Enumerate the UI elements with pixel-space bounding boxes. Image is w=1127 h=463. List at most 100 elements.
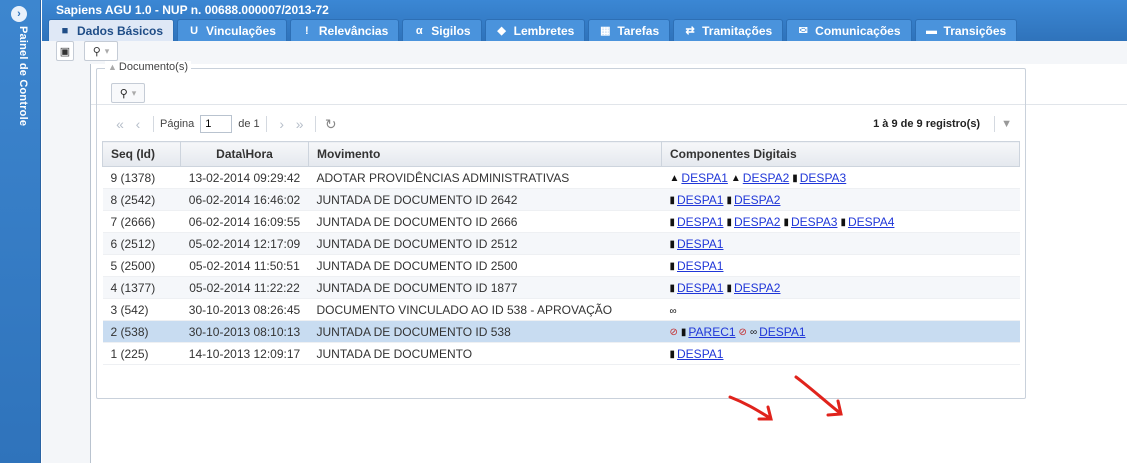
component-link[interactable]: DESPA4 bbox=[848, 215, 894, 229]
page-input[interactable] bbox=[200, 115, 233, 133]
component-item: ▮ DESPA1 bbox=[670, 193, 724, 207]
tab-sigilos[interactable]: α Sigilos bbox=[402, 19, 482, 41]
last-page-icon[interactable]: » bbox=[291, 116, 309, 132]
divider bbox=[265, 116, 267, 132]
tab-dados-basicos[interactable]: ■ Dados Básicos bbox=[48, 19, 175, 41]
tag-icon: ◆ bbox=[497, 25, 506, 37]
tab-comunicacoes[interactable]: ✉ Comunicações bbox=[786, 19, 912, 41]
table-row[interactable]: 9 (1378) 13-02-2014 09:29:42 ADOTAR PROVID… bbox=[102, 166, 1020, 189]
component-link[interactable]: DESPA1 bbox=[677, 193, 723, 207]
document-icon: ▮ bbox=[726, 194, 732, 206]
component-link[interactable]: DESPA2 bbox=[734, 193, 780, 207]
cell-datetime: 05-02-2014 12:17:09 bbox=[180, 232, 309, 255]
table-row[interactable]: 1 (225) 14-10-2013 12:09:17 JUNTADA DE DOC… bbox=[102, 342, 1020, 365]
cell-datetime: 30-10-2013 08:26:45 bbox=[180, 298, 309, 321]
tab-tarefas[interactable]: ▦ Tarefas bbox=[588, 19, 671, 41]
cell-seq: 2 (538) bbox=[102, 320, 181, 343]
envelope-icon: ✉ bbox=[798, 25, 808, 37]
component-link[interactable]: DESPA1 bbox=[677, 259, 723, 273]
tab-label: Dados Básicos bbox=[77, 23, 164, 38]
cell-datetime: 14-10-2013 12:09:17 bbox=[180, 342, 309, 365]
documents-table: Seq (Id) Data\Hora Movimento Componentes… bbox=[102, 141, 1020, 365]
component-link[interactable]: DESPA1 bbox=[681, 171, 727, 185]
tab-vinculacoes[interactable]: U Vinculações bbox=[177, 19, 287, 41]
divider bbox=[153, 116, 154, 132]
component-link[interactable]: DESPA3 bbox=[800, 171, 846, 185]
component-link[interactable]: DESPA2 bbox=[734, 281, 780, 295]
column-header-seq[interactable]: Seq (Id) bbox=[102, 141, 181, 167]
component-item: ▮ DESPA1 bbox=[670, 281, 724, 295]
document-icon: ▮ bbox=[726, 282, 732, 294]
first-page-icon[interactable]: « bbox=[111, 116, 129, 132]
lock-icon: ▲ bbox=[730, 172, 741, 184]
tab-label: Tarefas bbox=[617, 23, 660, 38]
pager: « ‹ Página de 1 › » ↻ 1 à 9 de 9 registr… bbox=[111, 111, 1016, 137]
component-link[interactable]: DESPA1 bbox=[677, 215, 723, 229]
grid-tools-button[interactable]: ⚲ ▾ bbox=[111, 83, 145, 103]
calendar-icon: ▦ bbox=[600, 25, 611, 37]
component-link[interactable]: DESPA3 bbox=[791, 215, 837, 229]
tab-label: Lembretes bbox=[513, 23, 575, 38]
next-page-icon[interactable]: › bbox=[273, 116, 291, 132]
filter-icon[interactable]: ▼ bbox=[1001, 118, 1012, 130]
tools-menu-button[interactable]: ⚲ ▾ bbox=[84, 41, 118, 61]
refresh-icon[interactable]: ↻ bbox=[322, 116, 340, 133]
cell-components: ▮ DESPA1 ▮ DESPA2 bbox=[661, 188, 1020, 211]
chevron-right-circle-icon[interactable]: › bbox=[11, 6, 27, 22]
table-row[interactable]: 5 (2500) 05-02-2014 11:50:51 JUNTADA DE DO… bbox=[102, 254, 1020, 277]
cell-components: ⊘ ▮ PAREC1 ⊘ ∞ DESPA1 bbox=[661, 320, 1020, 343]
table-header-row: Seq (Id) Data\Hora Movimento Componentes… bbox=[102, 141, 1020, 167]
tab-lembretes[interactable]: ◆ Lembretes bbox=[484, 19, 586, 41]
tab-label: Sigilos bbox=[431, 23, 471, 38]
component-item: ∞ DESPA1 bbox=[750, 325, 806, 339]
save-button[interactable]: ▣ bbox=[56, 41, 74, 61]
documents-legend[interactable]: ▲ Documento(s) bbox=[105, 61, 191, 73]
column-header-movement[interactable]: Movimento bbox=[308, 141, 662, 167]
archive-icon: ▬ bbox=[926, 24, 938, 37]
component-link[interactable]: DESPA2 bbox=[743, 171, 789, 185]
cell-movement: JUNTADA DE DOCUMENTO bbox=[308, 342, 662, 365]
cell-seq: 4 (1377) bbox=[102, 276, 181, 299]
component-item: ▲ DESPA1 bbox=[670, 171, 728, 185]
component-link[interactable]: DESPA1 bbox=[677, 281, 723, 295]
cell-datetime: 05-02-2014 11:22:22 bbox=[180, 276, 309, 299]
tab-tramitacoes[interactable]: ⇄ Tramitações bbox=[673, 19, 784, 41]
tab-relevancias[interactable]: ! Relevâncias bbox=[289, 19, 400, 41]
cell-movement: JUNTADA DE DOCUMENTO ID 2666 bbox=[308, 210, 662, 233]
prev-page-icon[interactable]: ‹ bbox=[129, 116, 147, 132]
column-header-components[interactable]: Componentes Digitais bbox=[661, 141, 1020, 167]
cell-components: ∞ bbox=[661, 298, 1020, 321]
side-panel-title[interactable]: Painel de Controle bbox=[11, 26, 29, 126]
page-label: Página bbox=[160, 118, 195, 130]
document-icon: ▮ bbox=[669, 260, 676, 272]
side-panel: › Painel de Controle bbox=[0, 0, 41, 463]
transfer-icon: ⇄ bbox=[685, 25, 695, 37]
table-row[interactable]: 8 (2542) 06-02-2014 16:46:02 JUNTADA DE DO… bbox=[102, 188, 1020, 211]
documents-legend-label: Documento(s) bbox=[118, 61, 188, 73]
cell-datetime: 05-02-2014 11:50:51 bbox=[180, 254, 309, 277]
table-row[interactable]: 6 (2512) 05-02-2014 12:17:09 JUNTADA DE DO… bbox=[102, 232, 1020, 255]
component-item: ▮ PAREC1 bbox=[681, 325, 736, 339]
lock-icon: ▲ bbox=[669, 172, 680, 184]
component-item: ▮ DESPA4 bbox=[840, 215, 894, 229]
collapse-triangle-icon[interactable]: ▲ bbox=[108, 62, 117, 72]
table-row[interactable]: 7 (2666) 06-02-2014 16:09:55 JUNTADA DE DO… bbox=[102, 210, 1020, 233]
component-link[interactable]: DESPA2 bbox=[734, 215, 780, 229]
chain-link-icon[interactable]: ∞ bbox=[670, 306, 677, 317]
component-item: ▮ DESPA1 bbox=[670, 259, 724, 273]
component-link[interactable]: DESPA1 bbox=[677, 347, 723, 361]
cell-movement: DOCUMENTO VINCULADO AO ID 538 - APROVAÇÃ… bbox=[308, 298, 662, 321]
cell-datetime: 06-02-2014 16:09:55 bbox=[180, 210, 309, 233]
table-row[interactable]: 3 (542) 30-10-2013 08:26:45 DOCUMENTO VINC… bbox=[102, 298, 1020, 321]
tab-transicoes[interactable]: ▬ Transições bbox=[914, 19, 1018, 41]
column-header-datetime[interactable]: Data\Hora bbox=[180, 141, 309, 167]
document-icon: ▮ bbox=[680, 326, 687, 338]
component-link[interactable]: DESPA1 bbox=[759, 325, 805, 339]
table-row[interactable]: 2 (538) 30-10-2013 08:10:13 JUNTADA DE DOC… bbox=[102, 320, 1020, 343]
component-link[interactable]: DESPA1 bbox=[677, 237, 723, 251]
component-link[interactable]: PAREC1 bbox=[688, 325, 735, 339]
table-row[interactable]: 4 (1377) 05-02-2014 11:22:22 JUNTADA DE DO… bbox=[102, 276, 1020, 299]
cell-seq: 3 (542) bbox=[102, 298, 181, 321]
cell-seq: 8 (2542) bbox=[102, 188, 181, 211]
document-icon: ▮ bbox=[726, 216, 732, 228]
